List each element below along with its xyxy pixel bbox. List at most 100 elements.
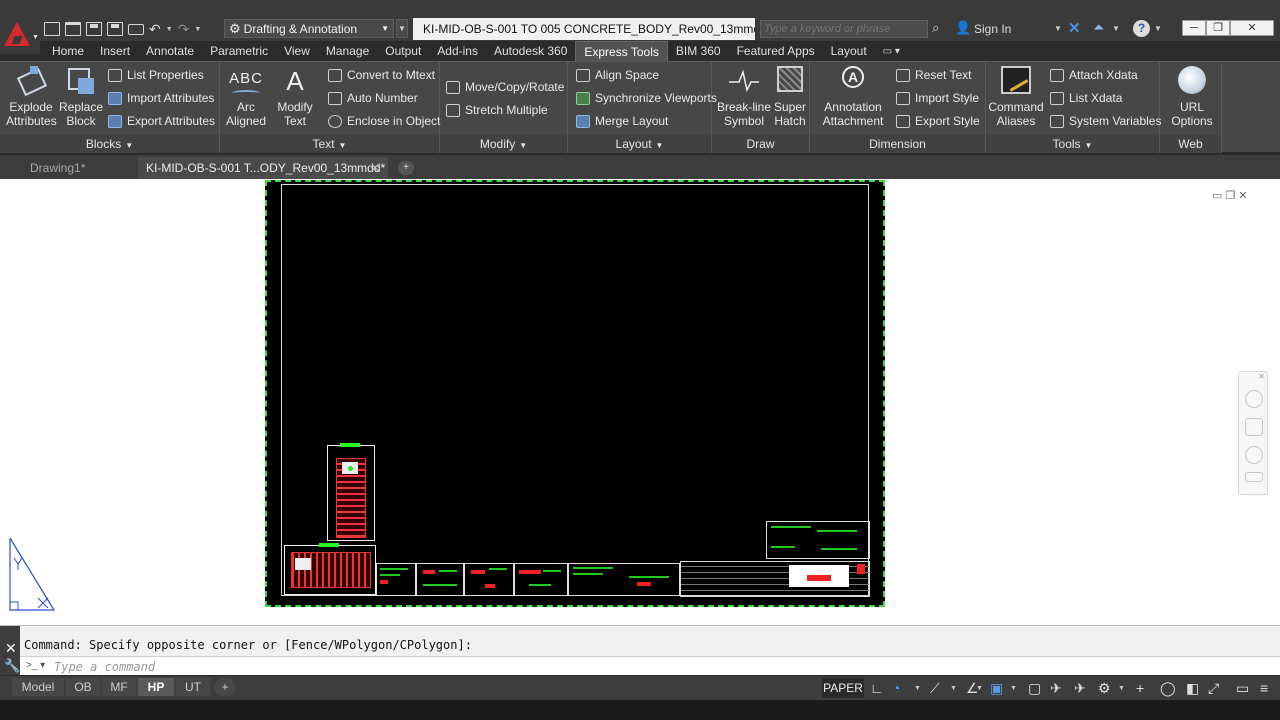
new-tab-button[interactable]: + <box>398 161 414 175</box>
modify-text-button[interactable]: A Modify Text <box>272 66 318 128</box>
tab-autodesk-360[interactable]: Autodesk 360 <box>486 41 575 61</box>
layout-tab-ob[interactable]: OB <box>66 678 100 696</box>
orbit-icon[interactable] <box>1245 472 1263 482</box>
enclose-in-object-button[interactable]: Enclose in Object <box>328 112 440 130</box>
panel-title-blocks[interactable]: Blocks ▼ <box>0 135 219 153</box>
reset-text-button[interactable]: Reset Text <box>896 66 971 84</box>
tab-express-tools[interactable]: Express Tools <box>575 41 668 61</box>
detail-strip-4[interactable] <box>514 563 568 596</box>
annotation-visibility-icon[interactable]: ✈ <box>1050 680 1062 697</box>
move-copy-rotate-button[interactable]: Move/Copy/Rotate <box>446 78 564 96</box>
steering-wheel-icon[interactable] <box>1245 390 1263 408</box>
import-attributes-button[interactable]: Import Attributes <box>108 89 214 107</box>
drawing-canvas[interactable]: ▭ ❐ ✕ ✕ <box>0 179 1280 625</box>
tab-manage[interactable]: Manage <box>318 41 377 61</box>
close-navbar-icon[interactable]: ✕ <box>1258 372 1265 381</box>
export-attributes-button[interactable]: Export Attributes <box>108 112 215 130</box>
sign-in-link[interactable]: Sign In <box>974 22 1011 36</box>
notes-block[interactable] <box>766 521 870 559</box>
arc-aligned-button[interactable]: ABC Arc Aligned <box>222 66 270 128</box>
panel-title-modify[interactable]: Modify ▼ <box>440 135 567 153</box>
list-xdata-button[interactable]: List Xdata <box>1050 89 1122 107</box>
annotation-monitor-icon[interactable]: + <box>1136 680 1144 696</box>
tab-add-ins[interactable]: Add-ins <box>429 41 486 61</box>
command-input[interactable] <box>54 659 1154 675</box>
detail-strip-2[interactable] <box>416 563 464 596</box>
customize-qat-button[interactable]: ▼ <box>396 19 408 38</box>
save-as-icon[interactable] <box>107 22 123 36</box>
list-properties-button[interactable]: List Properties <box>108 66 204 84</box>
tab-insert[interactable]: Insert <box>92 41 138 61</box>
a360-dropdown-icon[interactable]: ▼ <box>1112 24 1120 33</box>
redo-icon[interactable]: ↷ <box>178 22 190 36</box>
close-tab-icon[interactable]: ✕ <box>370 157 380 179</box>
export-style-button[interactable]: Export Style <box>896 112 980 130</box>
isometric-dropdown-icon[interactable]: ▼ <box>976 685 983 692</box>
annotation-attachment-button[interactable]: A Annotation Attachment <box>820 66 886 128</box>
layout-tab-model[interactable]: Model <box>12 678 64 696</box>
exchange-apps-icon[interactable]: ✕ <box>1068 19 1081 37</box>
customization-icon[interactable]: ▭ <box>1236 680 1249 697</box>
detail-strip-5[interactable] <box>568 563 680 596</box>
tab-featured-apps[interactable]: Featured Apps <box>729 41 823 61</box>
workspace-dropdown-icon[interactable]: ▼ <box>1118 685 1125 692</box>
object-snap-dropdown-icon[interactable]: ▼ <box>1010 685 1017 692</box>
detail-strip-1[interactable] <box>376 563 416 596</box>
zoom-icon[interactable] <box>1245 446 1263 464</box>
break-line-symbol-button[interactable]: Break-line Symbol <box>716 66 772 128</box>
help-icon[interactable]: ? <box>1133 20 1150 37</box>
command-line-grip[interactable]: ✕ 🔧 <box>0 626 20 676</box>
tab-parametric[interactable]: Parametric <box>202 41 276 61</box>
pan-icon[interactable] <box>1245 418 1263 436</box>
binoculars-icon[interactable]: ⌕ <box>932 20 939 36</box>
detail-strip-3[interactable] <box>464 563 514 596</box>
minimize-viewport-icon[interactable]: ▭ <box>1212 190 1222 202</box>
search-input[interactable] <box>760 20 928 38</box>
paper-sheet[interactable] <box>265 180 885 607</box>
panel-title-tools[interactable]: Tools ▼ <box>986 135 1159 153</box>
file-tab-drawing1[interactable]: Drawing1* <box>22 157 134 179</box>
undo-dropdown-icon[interactable]: ▼ <box>166 26 173 33</box>
tab-home[interactable]: Home <box>44 41 92 61</box>
tab-bim-360[interactable]: BIM 360 <box>668 41 729 61</box>
close-window-button[interactable]: ✕ <box>1230 20 1274 36</box>
isolate-objects-icon[interactable]: ◯ <box>1160 680 1176 697</box>
polar-dropdown-icon[interactable]: ▼ <box>950 685 957 692</box>
synchronize-viewports-button[interactable]: Synchronize Viewports <box>576 89 717 107</box>
user-icon[interactable]: 👤 <box>955 20 971 36</box>
layout-tab-mf[interactable]: MF <box>102 678 136 696</box>
url-options-button[interactable]: URL Options <box>1166 66 1218 128</box>
open-file-icon[interactable] <box>65 22 81 36</box>
workspace-switcher[interactable]: ⚙ Drafting & Annotation ▼ <box>224 19 394 38</box>
menu-icon[interactable]: ≡ <box>1260 680 1268 696</box>
tab-layout[interactable]: Layout <box>823 41 875 61</box>
restore-viewport-icon[interactable]: ❐ <box>1225 190 1235 202</box>
merge-layout-button[interactable]: Merge Layout <box>576 112 668 130</box>
save-icon[interactable] <box>86 22 102 36</box>
undo-icon[interactable]: ↶ <box>149 22 161 36</box>
hardware-acceleration-icon[interactable]: ◧ <box>1186 680 1199 697</box>
layout-tab-ut[interactable]: UT <box>176 678 210 696</box>
align-space-button[interactable]: Align Space <box>576 66 659 84</box>
import-style-button[interactable]: Import Style <box>896 89 979 107</box>
explode-attributes-button[interactable]: Explode Attributes <box>6 66 57 128</box>
close-viewport-icon[interactable]: ✕ <box>1238 190 1247 202</box>
workspace-gear-icon[interactable]: ⚙ <box>1098 680 1111 697</box>
autodesk-360-icon[interactable]: ⏶ <box>1093 19 1104 36</box>
title-block[interactable] <box>680 561 870 597</box>
polar-tracking-icon[interactable]: ⟋ <box>930 680 940 697</box>
convert-to-mtext-button[interactable]: Convert to Mtext <box>328 66 435 84</box>
dynamic-input-dropdown-icon[interactable]: ▼ <box>914 685 921 692</box>
command-prompt-icon[interactable]: >_ ▾ <box>26 660 45 671</box>
file-tab-active-drawing[interactable]: KI-MID-OB-S-001 T...ODY_Rev00_13mmdd* ✕ <box>138 157 388 179</box>
sign-in-dropdown-icon[interactable]: ▼ <box>1054 24 1062 33</box>
viewport-lock-icon[interactable]: ▢ <box>1028 680 1041 697</box>
panel-title-text[interactable]: Text ▼ <box>220 135 439 153</box>
application-menu-button[interactable]: ▼ <box>0 18 40 54</box>
paper-space-toggle[interactable]: PAPER <box>822 678 864 698</box>
super-hatch-button[interactable]: Super Hatch <box>772 66 808 128</box>
maximize-button[interactable]: ❐ <box>1206 20 1230 36</box>
help-dropdown-icon[interactable]: ▼ <box>1154 24 1162 33</box>
tab-annotate[interactable]: Annotate <box>138 41 202 61</box>
plot-icon[interactable] <box>128 23 144 35</box>
